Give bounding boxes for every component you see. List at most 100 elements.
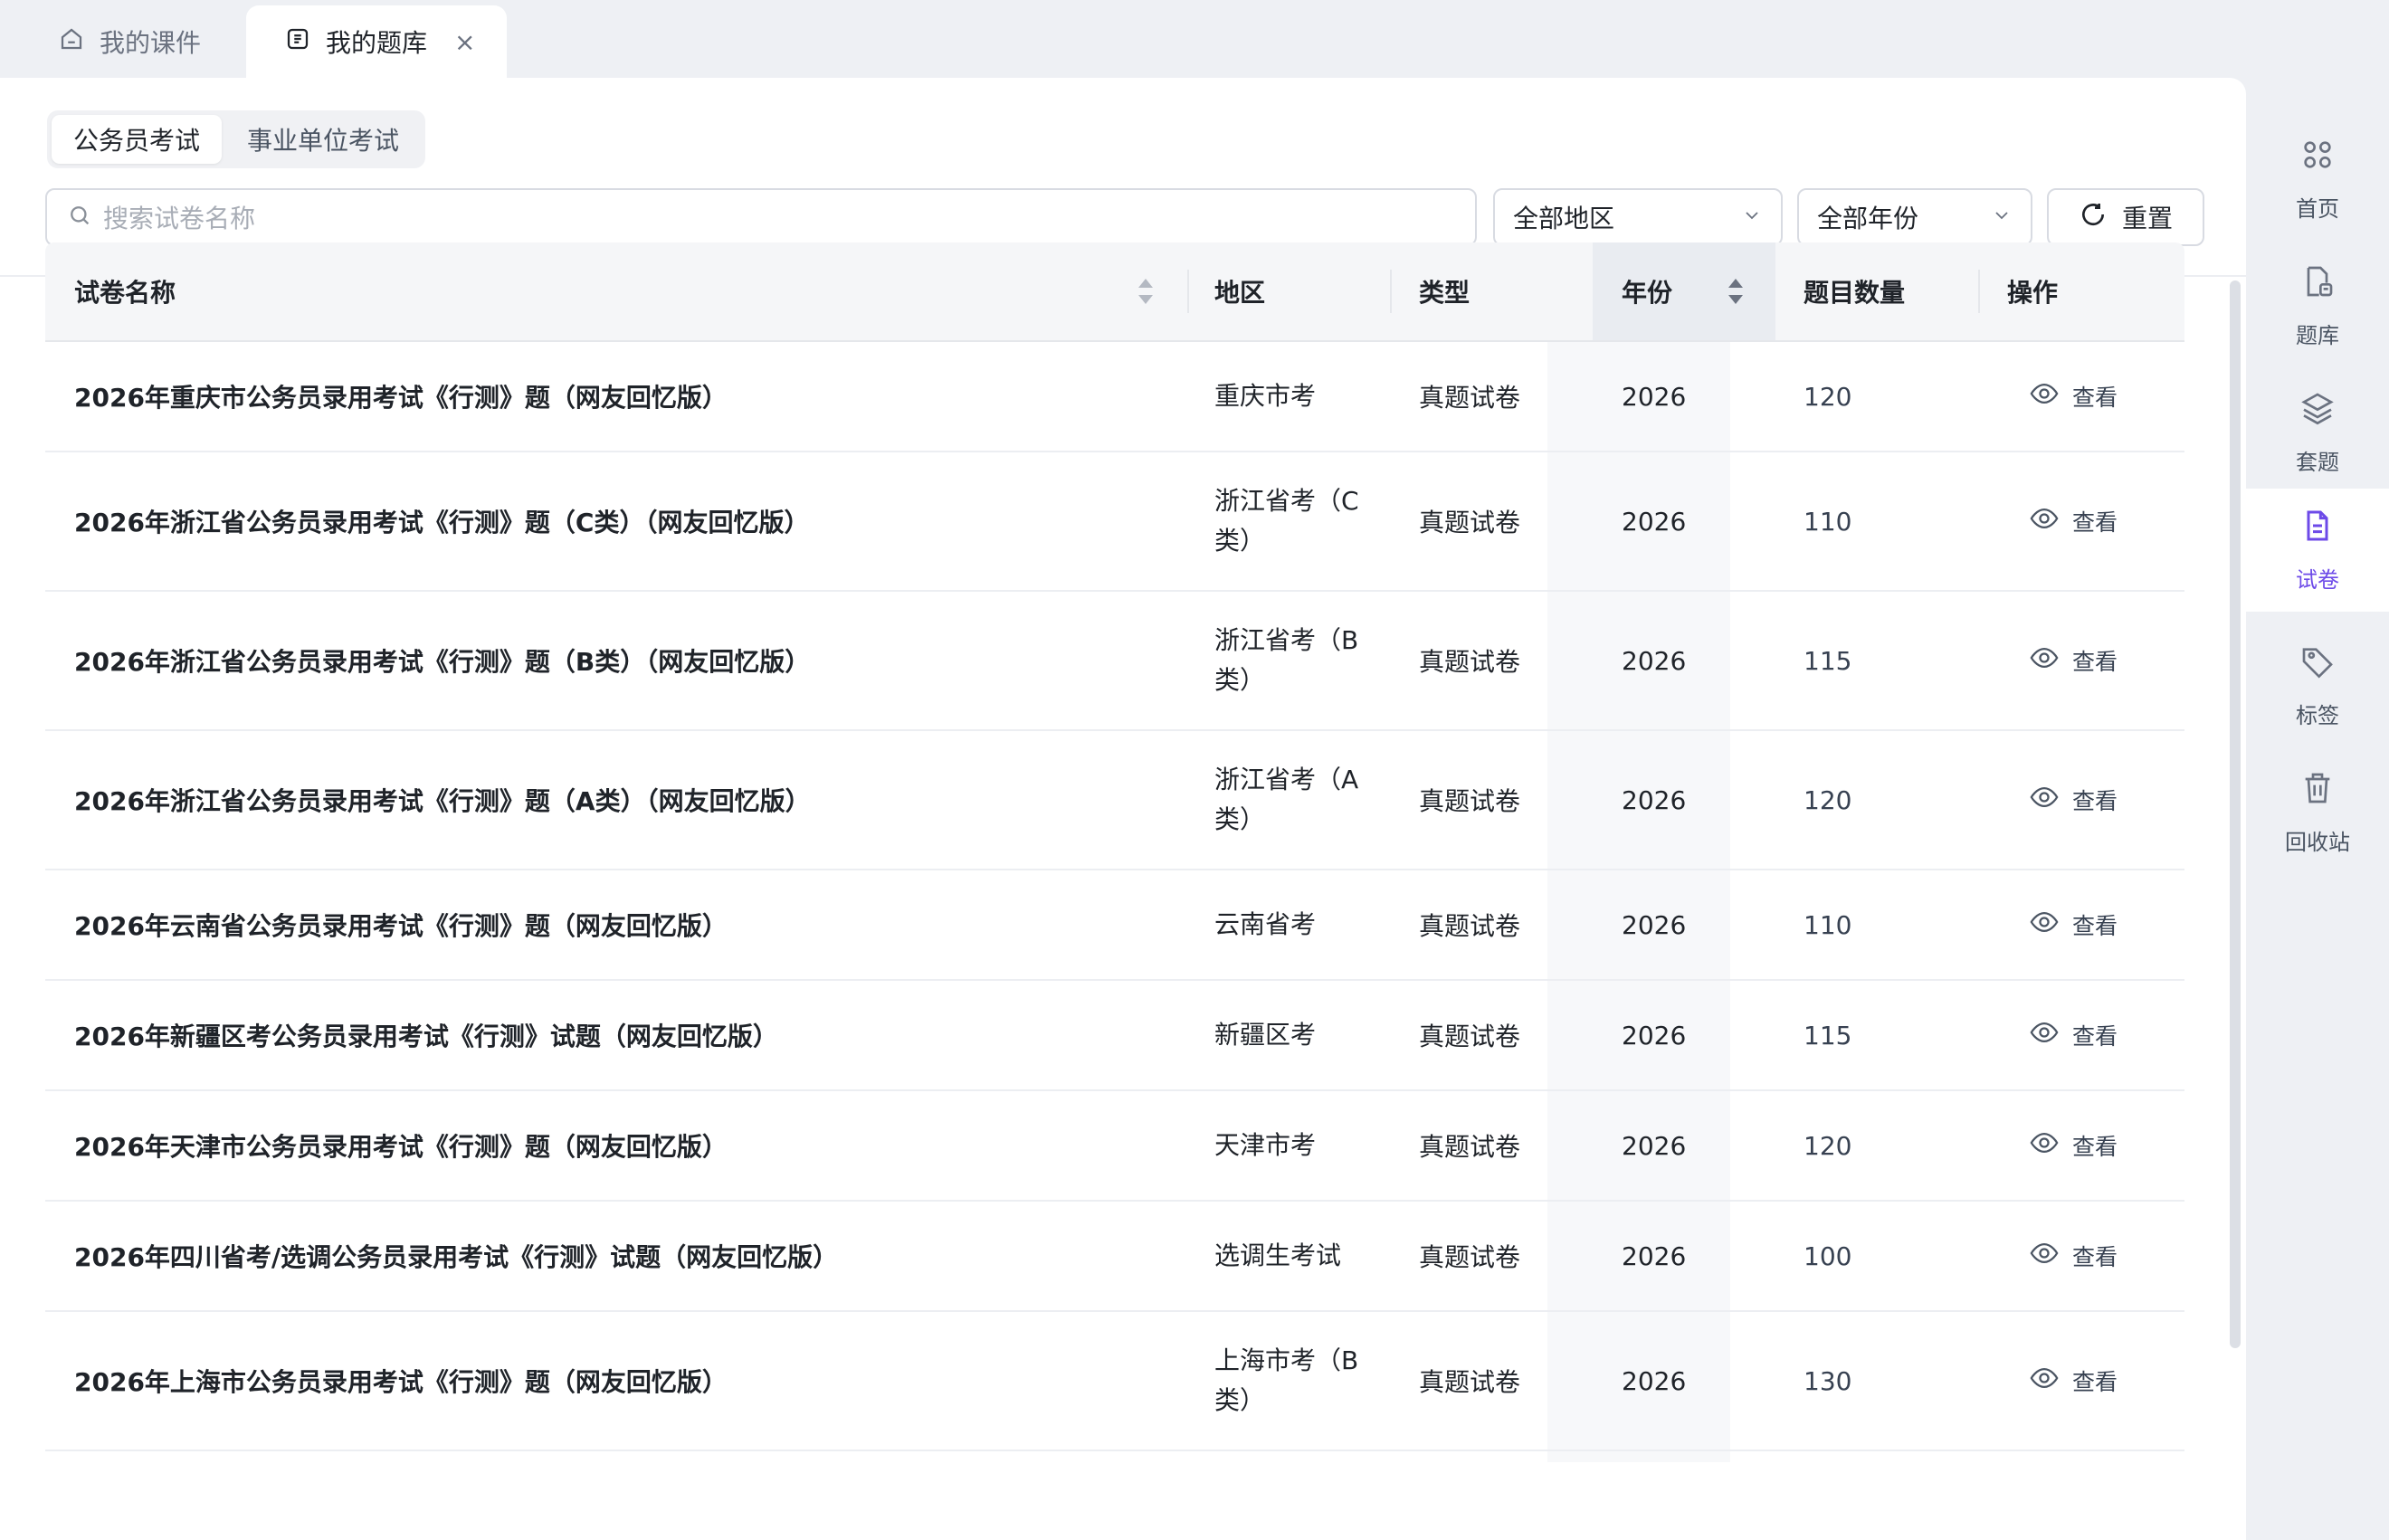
sort-icon[interactable] [1137,277,1155,306]
sidebar-item-label: 回收站 [2285,829,2350,855]
paper-type: 真题试卷 [1419,911,1521,941]
paper-region: 重庆市考 [1214,381,1317,411]
home-icon [58,25,85,59]
table-row: 2026年浙江省公务员录用考试《行测》题（C类）（网友回忆版） 浙江省考（C类） 真… [45,452,2184,592]
tab-my-question-bank[interactable]: 我的题库 × [246,5,507,78]
column-header-question-count: 题目数量 [1804,278,1906,308]
paper-region: 浙江省考（A类） [1214,765,1359,834]
view-label: 查看 [2072,385,2118,411]
sidebar-item-recycle-bin[interactable]: 回收站 [2246,751,2389,874]
view-button[interactable]: 查看 [2029,1202,2156,1310]
view-button[interactable]: 查看 [2029,342,2156,451]
table-row: 2026年天津市公务员录用考试《行测》题（网友回忆版） 天津市考 真题试卷 2026 1… [45,1091,2184,1202]
region-select-value: 全部地区 [1513,204,1615,233]
paper-region: 天津市考 [1214,1130,1317,1160]
eye-icon [2029,1363,2060,1399]
question-count: 110 [1804,506,1852,537]
column-header-name[interactable]: 试卷名称 [74,242,176,340]
table-header: 试卷名称 地区 类型 年份 题目数量 操作 [45,242,2184,342]
paper-type: 真题试卷 [1419,383,1521,413]
view-button[interactable]: 查看 [2029,1312,2156,1450]
view-label: 查看 [2072,913,2118,939]
layers-icon [2299,390,2336,432]
paper-year: 2026 [1622,1365,1687,1396]
question-count: 115 [1804,645,1852,676]
view-label: 查看 [2072,1134,2118,1160]
paper-year: 2026 [1622,909,1687,940]
tab-label: 我的题库 [326,28,428,58]
view-label: 查看 [2072,1369,2118,1395]
search-icon [67,203,92,232]
paper-type: 真题试卷 [1419,508,1521,537]
sidebar-item-tags[interactable]: 标签 [2246,624,2389,747]
reset-label: 重置 [2121,204,2173,233]
paper-year: 2026 [1622,1241,1687,1271]
paper-name: 2026年浙江省公务员录用考试《行测》题（B类）（网友回忆版） [74,647,811,677]
paper-year: 2026 [1622,1020,1687,1050]
view-button[interactable]: 查看 [2029,870,2156,979]
column-separator [1187,270,1189,313]
sidebar-item-exam-papers[interactable]: 试卷 [2246,489,2389,612]
exam-type-public-institution[interactable]: 事业单位考试 [225,115,421,164]
table-row: 2026年四川省考/选调公务员录用考试《行测》试题（网友回忆版） 选调生考试 真题试… [45,1202,2184,1312]
eye-icon [2029,1127,2060,1164]
column-header-year[interactable]: 年份 [1622,242,1672,340]
question-bank-icon [284,25,311,59]
view-button[interactable]: 查看 [2029,731,2156,869]
view-label: 查看 [2072,1244,2118,1270]
tag-icon [2299,643,2336,685]
tab-my-courseware[interactable]: 我的课件 [36,5,244,78]
tab-label: 我的课件 [100,28,202,58]
paper-name: 2026年天津市公务员录用考试《行测》题（网友回忆版） [74,1132,728,1162]
question-count: 120 [1804,381,1852,412]
tab-bar: 我的课件 我的题库 × [0,0,2389,78]
sort-icon[interactable] [1727,277,1745,306]
paper-type: 真题试卷 [1419,1242,1521,1272]
paper-type: 真题试卷 [1419,1022,1521,1051]
eye-icon [2029,503,2060,539]
view-button[interactable]: 查看 [2029,452,2156,590]
year-header-highlight [1593,242,1775,340]
paper-region: 上海市考（B类） [1214,1345,1359,1415]
view-button[interactable]: 查看 [2029,1091,2156,1200]
view-label: 查看 [2072,509,2118,536]
paper-region: 选调生考试 [1214,1241,1342,1270]
paper-year: 2026 [1622,1130,1687,1161]
column-header-type: 类型 [1419,278,1471,308]
column-separator [1390,270,1392,313]
table-row: 2026年浙江省公务员录用考试《行测》题（B类）（网友回忆版） 浙江省考（B类） 真… [45,592,2184,731]
exam-type-civil-servant[interactable]: 公务员考试 [52,115,223,164]
reset-button[interactable]: 重置 [2047,188,2204,246]
close-icon[interactable]: × [454,27,475,57]
sidebar-item-home[interactable]: 首页 [2246,118,2389,241]
view-label: 查看 [2072,788,2118,814]
eye-icon [2029,782,2060,818]
paper-year: 2026 [1622,645,1687,676]
eye-icon [2029,1238,2060,1274]
sidebar-item-question-sets[interactable]: 套题 [2246,371,2389,494]
sidebar-item-label: 套题 [2296,449,2339,475]
column-header-region: 地区 [1214,278,1266,308]
year-select[interactable]: 全部年份 [1797,188,2032,246]
view-button[interactable]: 查看 [2029,981,2156,1089]
paper-year: 2026 [1622,381,1687,412]
paper-name: 2026年四川省考/选调公务员录用考试《行测》试题（网友回忆版） [74,1242,839,1272]
region-select[interactable]: 全部地区 [1493,188,1783,246]
paper-type: 真题试卷 [1419,647,1521,677]
view-label: 查看 [2072,1023,2118,1050]
eye-icon [2029,378,2060,414]
paper-year: 2026 [1622,784,1687,815]
column-separator [1978,270,1980,313]
grid-icon [2299,137,2336,178]
view-button[interactable]: 查看 [2029,592,2156,729]
paper-type: 真题试卷 [1419,1367,1521,1397]
eye-icon [2029,1017,2060,1053]
year-select-value: 全部年份 [1817,204,1919,233]
search-input[interactable]: 搜索试卷名称 [45,188,1477,246]
sidebar-item-label: 标签 [2296,702,2339,728]
table-row: 2026年浙江省公务员录用考试《行测》题（A类）（网友回忆版） 浙江省考（A类） 真… [45,731,2184,870]
sidebar-item-question-bank[interactable]: 题库 [2246,244,2389,367]
scrollbar[interactable] [2230,280,2241,1348]
question-count: 120 [1804,1130,1852,1161]
refresh-icon [2079,200,2108,235]
